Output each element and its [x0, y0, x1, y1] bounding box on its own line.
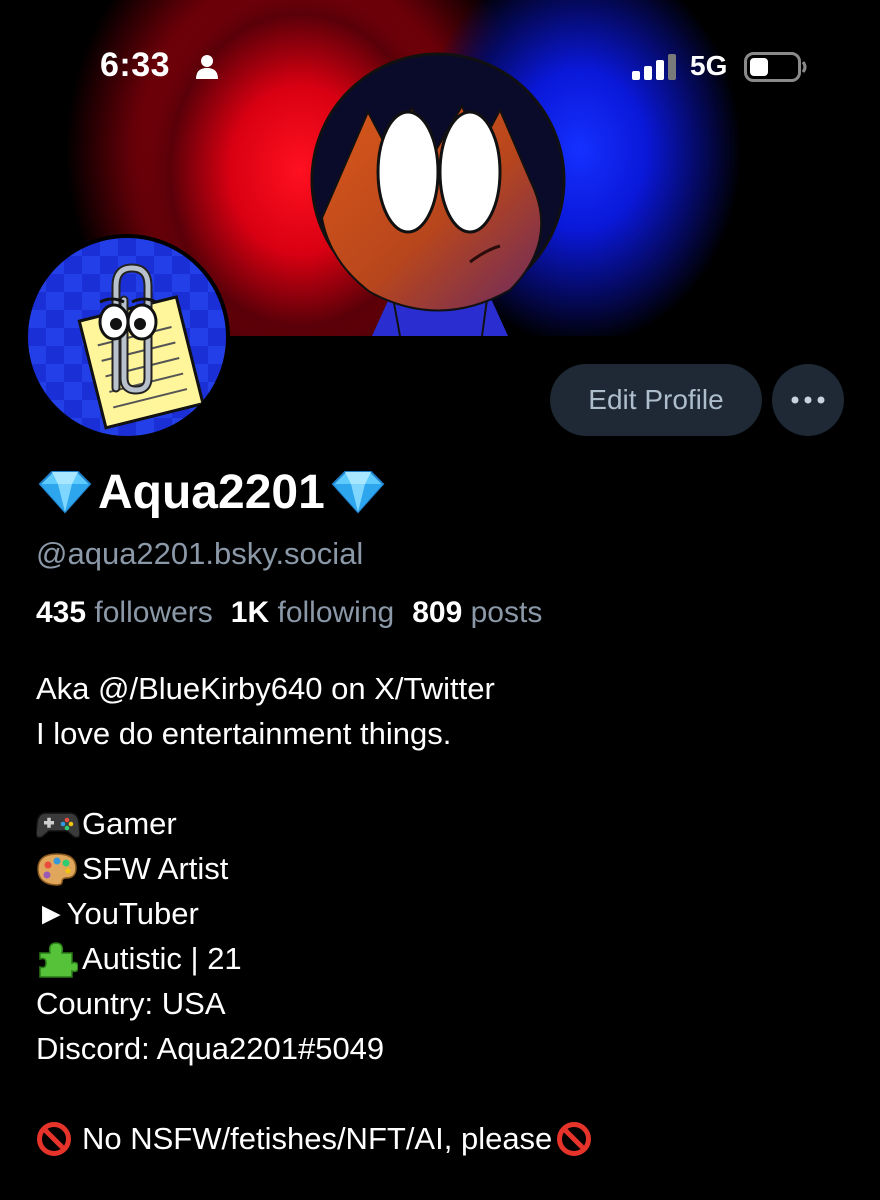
bio-line-notice: No NSFW/fetishes/NFT/AI, please [36, 1116, 856, 1161]
prohibited-icon [37, 1121, 71, 1156]
posts-stat: 809 posts [412, 596, 542, 630]
bio-line-country: Country: USA [36, 986, 226, 1021]
profile-avatar[interactable] [24, 234, 230, 440]
profile-stats: 435 followers 1K following 809 posts [36, 596, 542, 630]
bio-notice-text: No NSFW/fetishes/NFT/AI, please [82, 1121, 553, 1156]
profile-bio: Aka @/BlueKirby640 on X/Twitter I love d… [36, 666, 856, 1161]
following-count: 1K [230, 596, 270, 629]
clippy-avatar-image [28, 238, 226, 436]
edit-profile-button[interactable]: Edit Profile [550, 364, 762, 436]
puzzle-piece-icon [39, 941, 78, 978]
profile-handle: @aqua2201.bsky.social [36, 536, 364, 571]
more-options-button[interactable] [772, 364, 844, 436]
battery-icon [744, 52, 807, 82]
followers-label: followers [94, 596, 213, 629]
status-time: 6:33 [100, 46, 171, 84]
bio-line: Aka @/BlueKirby640 on X/Twitter [36, 671, 495, 706]
more-horizontal-icon [791, 396, 825, 404]
person-icon [196, 55, 218, 79]
prohibited-icon [557, 1121, 592, 1156]
following-label: following [277, 596, 395, 629]
bio-line-autistic: Autistic | 21 [36, 936, 856, 981]
following-stat[interactable]: 1K following [231, 596, 394, 630]
bio-line-artist: SFW Artist [36, 846, 856, 891]
bio-line-youtuber: ►YouTuber [36, 896, 199, 931]
display-name-row: Aqua2201 [36, 462, 387, 522]
bio-line-discord: Discord: Aqua2201#5049 [36, 1031, 385, 1066]
gem-icon [38, 471, 92, 514]
followers-stat[interactable]: 435 followers [36, 596, 213, 630]
cellular-signal-icon [632, 54, 676, 80]
followers-count: 435 [36, 596, 87, 629]
gem-icon [331, 471, 385, 514]
bio-line-gamer: Gamer [36, 801, 856, 846]
status-bar: 6:33 5G [0, 0, 880, 120]
video-game-controller-icon [36, 811, 80, 838]
posts-count: 809 [412, 596, 463, 629]
display-name: Aqua2201 [98, 465, 325, 519]
posts-label: posts [470, 596, 543, 629]
bio-gamer-text: Gamer [82, 806, 177, 841]
artist-palette-icon [37, 852, 77, 886]
bio-artist-text: SFW Artist [82, 851, 229, 886]
bio-line: I love do entertainment things. [36, 716, 452, 751]
bio-autistic-text: Autistic | 21 [82, 941, 242, 976]
network-label: 5G [690, 50, 728, 81]
